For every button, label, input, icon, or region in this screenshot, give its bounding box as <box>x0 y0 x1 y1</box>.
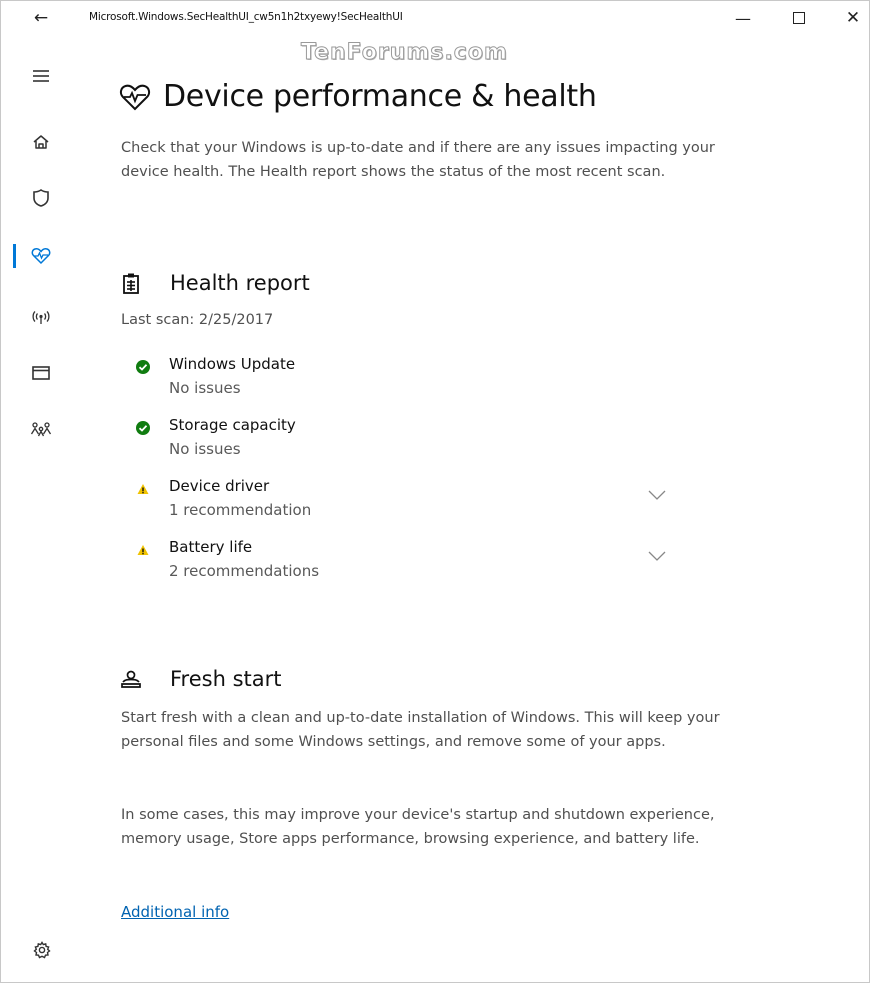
back-arrow-icon: ← <box>33 8 49 28</box>
chevron-down-icon[interactable] <box>645 548 669 564</box>
sidebar-item-family-options[interactable] <box>1 410 81 450</box>
report-item-battery-life[interactable]: Battery life 2 recommendations <box>135 538 675 592</box>
report-item-detail: No issues <box>169 379 241 397</box>
gear-icon <box>33 941 51 963</box>
last-scan-text: Last scan: 2/25/2017 <box>121 312 274 328</box>
report-item-name: Storage capacity <box>169 416 296 434</box>
sidebar-item-app-browser-control[interactable] <box>1 353 81 393</box>
minimize-button[interactable]: — <box>723 5 763 31</box>
close-icon: ✕ <box>845 8 861 28</box>
chevron-down-icon[interactable] <box>645 487 669 503</box>
active-indicator <box>13 244 16 268</box>
page-description: Check that your Windows is up-to-date an… <box>121 140 715 180</box>
app-window: ← Microsoft.Windows.SecHealthUI_cw5n1h2t… <box>0 0 870 983</box>
sidebar <box>1 35 81 982</box>
maximize-icon <box>793 12 805 24</box>
close-button[interactable]: ✕ <box>833 5 870 31</box>
health-report-heading: Health report <box>119 271 310 295</box>
report-item-name: Device driver <box>169 477 270 495</box>
minimize-icon: — <box>735 8 751 28</box>
home-icon <box>29 130 53 154</box>
watermark: TenForums.com <box>301 40 508 66</box>
warning-icon <box>137 484 149 494</box>
warning-icon <box>137 545 149 555</box>
clipboard-icon <box>119 271 143 295</box>
page-title-text: Device performance & health <box>163 79 597 114</box>
report-item-storage-capacity: Storage capacity No issues <box>135 416 675 470</box>
check-circle-icon <box>136 421 150 435</box>
heart-pulse-icon <box>29 244 53 268</box>
shield-icon <box>29 186 53 210</box>
fresh-start-heading: Fresh start <box>119 667 281 691</box>
hamburger-menu-icon <box>29 64 53 88</box>
fresh-start-paragraph: Start fresh with a clean and up-to-date … <box>121 710 720 750</box>
sidebar-item-device-performance[interactable] <box>1 236 81 276</box>
window-title: Microsoft.Windows.SecHealthUI_cw5n1h2txy… <box>89 11 403 23</box>
menu-button[interactable] <box>1 56 81 96</box>
check-circle-icon <box>136 360 150 374</box>
wireless-icon <box>29 305 53 329</box>
report-item-name: Battery life <box>169 538 253 556</box>
report-item-windows-update: Windows Update No issues <box>135 355 675 409</box>
health-report-title: Health report <box>170 271 310 295</box>
maximize-button[interactable] <box>779 5 819 31</box>
sidebar-item-virus-protection[interactable] <box>1 178 81 218</box>
fresh-start-icon <box>119 667 143 691</box>
report-item-device-driver[interactable]: Device driver 1 recommendation <box>135 477 675 531</box>
sidebar-item-home[interactable] <box>1 122 81 162</box>
back-button[interactable]: ← <box>25 6 57 30</box>
report-item-detail: 1 recommendation <box>169 501 312 519</box>
settings-button[interactable] <box>31 941 53 963</box>
family-icon <box>29 418 53 442</box>
report-item-detail: No issues <box>169 440 241 458</box>
fresh-start-paragraph: In some cases, this may improve your dev… <box>121 807 715 847</box>
sidebar-item-firewall-network[interactable] <box>1 297 81 337</box>
heart-pulse-icon <box>119 81 151 113</box>
page-title: Device performance & health <box>119 79 597 114</box>
title-bar: ← Microsoft.Windows.SecHealthUI_cw5n1h2t… <box>1 1 869 35</box>
additional-info-link[interactable]: Additional info <box>121 903 229 921</box>
app-browser-icon <box>29 361 53 385</box>
report-item-detail: 2 recommendations <box>169 562 320 580</box>
fresh-start-title: Fresh start <box>170 667 282 691</box>
report-item-name: Windows Update <box>169 355 296 373</box>
